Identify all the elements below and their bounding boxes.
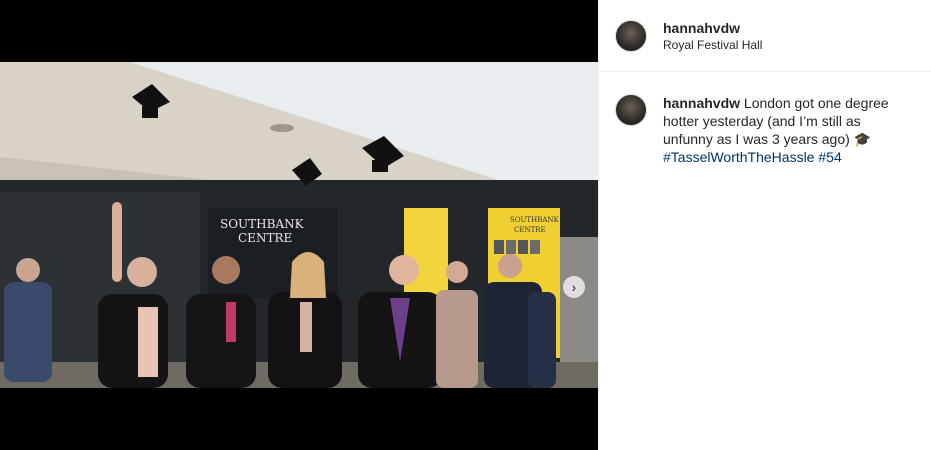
post-sidebar: hannahvdw Royal Festival Hall hannahvdw … (598, 0, 931, 450)
graduation-scene: SOUTHBANK CENTRE SOUTHBANK CENTRE (0, 62, 598, 388)
svg-text:SOUTHBANK: SOUTHBANK (220, 217, 305, 231)
caption-avatar[interactable] (615, 94, 647, 126)
post-photo[interactable]: SOUTHBANK CENTRE SOUTHBANK CENTRE › (0, 62, 598, 388)
hashtag-link[interactable]: #54 (818, 149, 841, 165)
svg-text:CENTRE: CENTRE (514, 226, 546, 234)
post-header: hannahvdw Royal Festival Hall (599, 0, 931, 72)
svg-text:SOUTHBANK: SOUTHBANK (510, 216, 560, 224)
hashtag-link[interactable]: #TasselWorthTheHassle (663, 149, 814, 165)
carousel-next-button[interactable]: › (563, 276, 585, 298)
avatar[interactable] (615, 20, 647, 52)
media-viewer: SOUTHBANK CENTRE SOUTHBANK CENTRE › (0, 0, 598, 450)
post-location[interactable]: Royal Festival Hall (663, 38, 762, 52)
post-username[interactable]: hannahvdw (663, 20, 740, 36)
svg-text:CENTRE: CENTRE (238, 231, 292, 245)
caption-username[interactable]: hannahvdw (663, 95, 740, 111)
caption-text-block: hannahvdw London got one degree hotter y… (663, 94, 913, 166)
chevron-right-icon: › (571, 279, 577, 295)
